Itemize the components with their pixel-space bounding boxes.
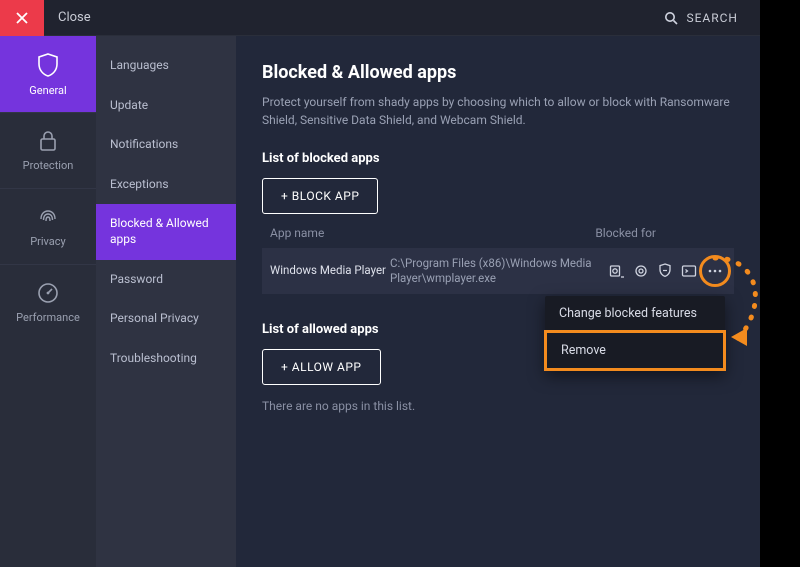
page-title: Blocked & Allowed apps — [262, 62, 734, 83]
subnav-item-password[interactable]: Password — [96, 260, 236, 300]
subnav-item-update[interactable]: Update — [96, 86, 236, 126]
app-name-cell: Windows Media Player — [270, 263, 390, 278]
subnav-item-exceptions[interactable]: Exceptions — [96, 165, 236, 205]
nav-item-protection[interactable]: Protection — [0, 112, 96, 188]
nav-label: Protection — [23, 159, 74, 172]
camera-icon — [632, 262, 650, 280]
gauge-icon — [36, 281, 60, 305]
settings-window: Close SEARCH General Protection Privacy — [0, 0, 760, 567]
table-row: Windows Media Player C:\Program Files (x… — [262, 248, 734, 294]
shield-small-icon — [656, 262, 674, 280]
blocked-table-header: App name Blocked for — [262, 214, 734, 248]
fingerprint-icon — [36, 205, 60, 229]
search-button[interactable]: SEARCH — [664, 11, 738, 25]
nav-item-performance[interactable]: Performance — [0, 264, 96, 340]
close-button[interactable] — [0, 0, 44, 36]
lock-icon — [37, 129, 59, 153]
page-description: Protect yourself from shady apps by choo… — [262, 93, 732, 129]
terminal-icon — [680, 262, 698, 280]
close-icon — [16, 12, 28, 24]
menu-item-remove[interactable]: Remove — [544, 330, 726, 371]
col-app-name: App name — [270, 226, 390, 240]
allow-app-button[interactable]: + ALLOW APP — [262, 349, 381, 385]
menu-item-change-features[interactable]: Change blocked features — [545, 296, 725, 331]
settings-subnav: Languages Update Notifications Exception… — [96, 36, 236, 567]
block-app-button[interactable]: + BLOCK APP — [262, 178, 378, 214]
webcam-icon — [608, 262, 626, 280]
nav-item-general[interactable]: General — [0, 36, 96, 112]
search-label: SEARCH — [686, 11, 738, 25]
blocked-for-icons — [608, 260, 726, 282]
primary-nav: General Protection Privacy Performance — [0, 36, 96, 567]
col-blocked-for: Blocked for — [595, 226, 726, 240]
subnav-item-notifications[interactable]: Notifications — [96, 125, 236, 165]
subnav-item-personal-privacy[interactable]: Personal Privacy — [96, 299, 236, 339]
app-path-cell: C:\Program Files (x86)\Windows Media Pla… — [390, 256, 608, 286]
subnav-item-languages[interactable]: Languages — [96, 46, 236, 86]
nav-item-privacy[interactable]: Privacy — [0, 188, 96, 264]
nav-label: Performance — [16, 311, 80, 324]
allowed-empty-text: There are no apps in this list. — [262, 399, 734, 413]
context-menu: Change blocked features Remove — [545, 296, 725, 370]
highlight-ring — [699, 255, 731, 287]
close-label: Close — [58, 10, 91, 25]
nav-label: Privacy — [30, 235, 66, 248]
titlebar: Close SEARCH — [0, 0, 760, 36]
subnav-item-troubleshooting[interactable]: Troubleshooting — [96, 339, 236, 379]
shield-icon — [36, 52, 60, 78]
nav-label: General — [29, 84, 66, 97]
subnav-item-blocked-allowed[interactable]: Blocked & Allowed apps — [96, 204, 236, 259]
search-icon — [664, 11, 678, 25]
more-button[interactable] — [704, 260, 726, 282]
blocked-heading: List of blocked apps — [262, 151, 734, 166]
